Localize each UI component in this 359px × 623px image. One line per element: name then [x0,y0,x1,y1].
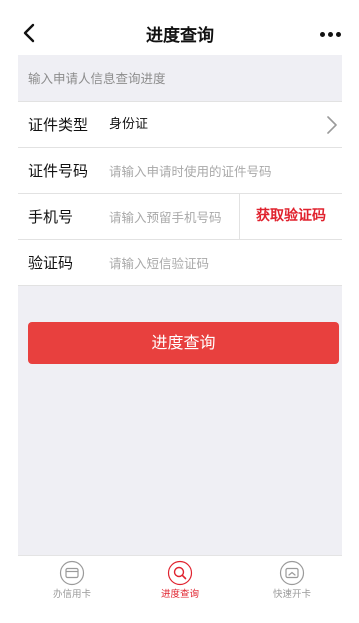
id-type-value[interactable]: 身份证 [109,116,148,134]
search-icon [167,560,193,586]
tab-label: 快速开卡 [272,589,311,600]
form-hint: 输入申请人信息查询进度 [28,71,166,86]
tab-label: 办信用卡 [52,589,91,600]
phone-input[interactable] [109,206,237,228]
chevron-right-icon[interactable] [326,115,338,135]
submit-query-button[interactable]: 进度查询 [28,322,339,364]
tab-bar: 办信用卡 进度查询 快速开卡 [18,555,342,623]
id-number-input[interactable] [109,160,309,182]
nav-bar: 进度查询 [18,0,342,55]
id-type-row[interactable]: 证件类型 身份证 [18,101,342,147]
more-dots-icon[interactable] [320,31,342,39]
tab-quick-activate[interactable]: 快速开卡 [242,560,342,610]
phone-label: 手机号 [28,208,74,226]
id-number-row: 证件号码 [18,147,342,193]
tab-label: 进度查询 [160,589,199,600]
id-type-label: 证件类型 [28,116,89,134]
phone-row: 手机号 获取验证码 [18,193,342,239]
card-activate-icon [279,560,305,586]
get-code-button[interactable]: 获取验证码 [240,194,342,239]
card-icon [59,560,85,586]
code-label: 验证码 [28,254,74,272]
tab-apply-card[interactable]: 办信用卡 [22,560,122,610]
code-row: 验证码 [18,239,342,286]
query-form: 证件类型 身份证 证件号码 手机号 获取验证码 验证码 [18,101,342,286]
tab-progress-query[interactable]: 进度查询 [130,560,230,610]
app-screen: 进度查询 输入申请人信息查询进度 证件类型 身份证 证件号码 手机号 获取验证码… [18,0,342,623]
code-input[interactable] [109,252,309,274]
id-number-label: 证件号码 [28,162,89,180]
page-title: 进度查询 [146,26,214,46]
